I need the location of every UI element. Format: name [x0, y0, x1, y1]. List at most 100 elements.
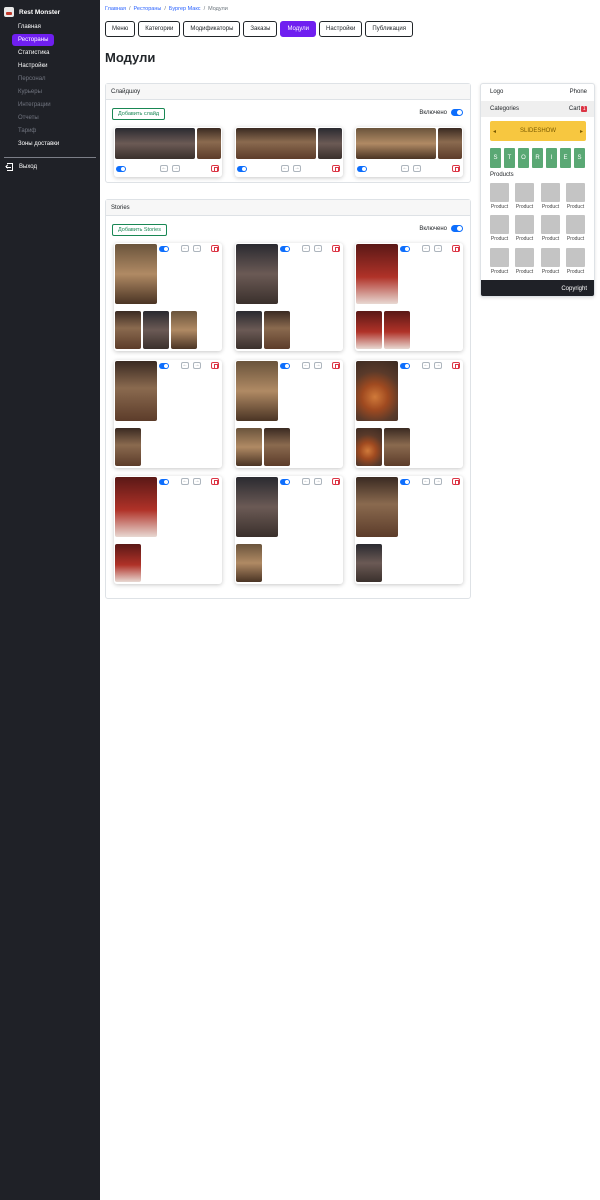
sidebar-item-settings[interactable]: Настройки	[12, 60, 53, 72]
story-enabled-toggle[interactable]	[400, 479, 410, 485]
tab-publication[interactable]: Публикация	[365, 21, 413, 37]
move-left-button[interactable]: ←	[181, 478, 189, 485]
tabs: Меню Категории Модификаторы Заказы Модул…	[105, 21, 413, 37]
move-right-button[interactable]: →	[413, 165, 421, 172]
slideshow-prev-icon: ◂	[493, 128, 497, 135]
sidebar-item-home[interactable]: Главная	[12, 21, 47, 33]
story-slide-image	[236, 544, 262, 582]
move-right-button[interactable]: →	[434, 362, 442, 369]
move-left-button[interactable]: ←	[302, 245, 310, 252]
delete-button[interactable]	[211, 478, 219, 485]
sidebar-item-statistics[interactable]: Статистика	[12, 47, 56, 59]
preview-footer: Copyright	[481, 280, 594, 296]
delete-button[interactable]	[332, 245, 340, 252]
sidebar-item-tariff[interactable]: Тариф	[12, 125, 42, 137]
move-right-button[interactable]: →	[314, 245, 322, 252]
move-right-button[interactable]: →	[193, 245, 201, 252]
logout-button[interactable]: Выход	[0, 163, 100, 171]
story-enabled-toggle[interactable]	[400, 363, 410, 369]
slideshow-next-icon: ▸	[579, 128, 583, 135]
delete-button[interactable]	[332, 165, 340, 172]
delete-button[interactable]	[211, 165, 219, 172]
sidebar-item-staff[interactable]: Персонал	[12, 73, 52, 85]
move-left-button[interactable]: ←	[281, 165, 289, 172]
preview-product: Product	[541, 183, 560, 210]
sidebar-item-reports[interactable]: Отчеты	[12, 112, 45, 124]
slide-enabled-toggle[interactable]	[116, 166, 126, 172]
move-right-button[interactable]: →	[293, 165, 301, 172]
move-left-button[interactable]: ←	[422, 245, 430, 252]
move-right-button[interactable]: →	[314, 362, 322, 369]
story-enabled-toggle[interactable]	[280, 363, 290, 369]
preview-product: Product	[490, 183, 509, 210]
move-left-button[interactable]: ←	[422, 478, 430, 485]
breadcrumb-restaurant[interactable]: Бургер Макс	[169, 6, 201, 12]
delete-button[interactable]	[332, 362, 340, 369]
product-label: Product	[541, 204, 560, 210]
story-cover-image	[115, 477, 157, 537]
product-label: Product	[515, 269, 534, 275]
tab-modules[interactable]: Модули	[280, 21, 316, 37]
sidebar-item-restaurants[interactable]: Рестораны	[12, 34, 55, 46]
product-image-placeholder	[490, 215, 509, 234]
delete-button[interactable]	[211, 362, 219, 369]
move-right-button[interactable]: →	[314, 478, 322, 485]
delete-button[interactable]	[452, 245, 460, 252]
tab-modifiers[interactable]: Модификаторы	[183, 21, 241, 37]
sidebar-item-integrations[interactable]: Интеграции	[12, 99, 57, 111]
story-enabled-toggle[interactable]	[159, 479, 169, 485]
story-enabled-toggle[interactable]	[280, 246, 290, 252]
story-slide-image	[384, 311, 410, 349]
story-enabled-toggle[interactable]	[400, 246, 410, 252]
sidebar-item-couriers[interactable]: Курьеры	[12, 86, 48, 98]
move-right-button[interactable]: →	[172, 165, 180, 172]
delete-button[interactable]	[332, 478, 340, 485]
move-right-button[interactable]: →	[193, 478, 201, 485]
slide-enabled-toggle[interactable]	[237, 166, 247, 172]
add-stories-button[interactable]: Добавить Stories	[112, 224, 167, 236]
product-label: Product	[566, 236, 585, 242]
move-left-button[interactable]: ←	[302, 362, 310, 369]
move-right-button[interactable]: →	[434, 478, 442, 485]
delete-button[interactable]	[452, 478, 460, 485]
delete-button[interactable]	[452, 165, 460, 172]
sidebar-item-delivery-zones[interactable]: Зоны доставки	[12, 138, 65, 150]
add-slide-button[interactable]: Добавить слайд	[112, 108, 166, 120]
move-right-button[interactable]: →	[434, 245, 442, 252]
tab-menu[interactable]: Меню	[105, 21, 136, 37]
story-enabled-toggle[interactable]	[280, 479, 290, 485]
brand[interactable]: Rest Monster	[0, 0, 100, 20]
move-left-button[interactable]: ←	[181, 362, 189, 369]
story-slide-image	[115, 544, 141, 582]
slide-enabled-toggle[interactable]	[357, 166, 367, 172]
move-left-button[interactable]: ←	[422, 362, 430, 369]
preview-story-tile: R	[532, 148, 543, 168]
delete-button[interactable]	[211, 245, 219, 252]
preview-product: Product	[566, 248, 585, 275]
story-tile: ← →	[355, 243, 463, 351]
slideshow-enabled-toggle[interactable]	[451, 109, 463, 116]
preview-product: Product	[490, 215, 509, 242]
move-left-button[interactable]: ←	[181, 245, 189, 252]
tab-orders[interactable]: Заказы	[243, 21, 278, 37]
preview-phone: Phone	[569, 89, 587, 95]
story-cover-image	[356, 477, 398, 537]
preview-product: Product	[515, 183, 534, 210]
breadcrumb-home[interactable]: Главная	[105, 6, 126, 12]
stories-enabled-toggle[interactable]	[451, 225, 463, 232]
slideshow-enabled-label: Включено	[419, 109, 447, 116]
story-cover-image	[356, 244, 398, 304]
move-right-button[interactable]: →	[193, 362, 201, 369]
product-label: Product	[490, 236, 509, 242]
story-enabled-toggle[interactable]	[159, 246, 169, 252]
story-enabled-toggle[interactable]	[159, 363, 169, 369]
delete-button[interactable]	[452, 362, 460, 369]
breadcrumb-restaurants[interactable]: Рестораны	[133, 6, 161, 12]
tab-categories[interactable]: Категории	[138, 21, 181, 37]
tab-settings[interactable]: Настройки	[318, 21, 363, 37]
move-left-button[interactable]: ←	[302, 478, 310, 485]
slide-image	[356, 128, 436, 159]
move-left-button[interactable]: ←	[160, 165, 168, 172]
breadcrumb-current: Модули	[208, 6, 228, 12]
move-left-button[interactable]: ←	[401, 165, 409, 172]
